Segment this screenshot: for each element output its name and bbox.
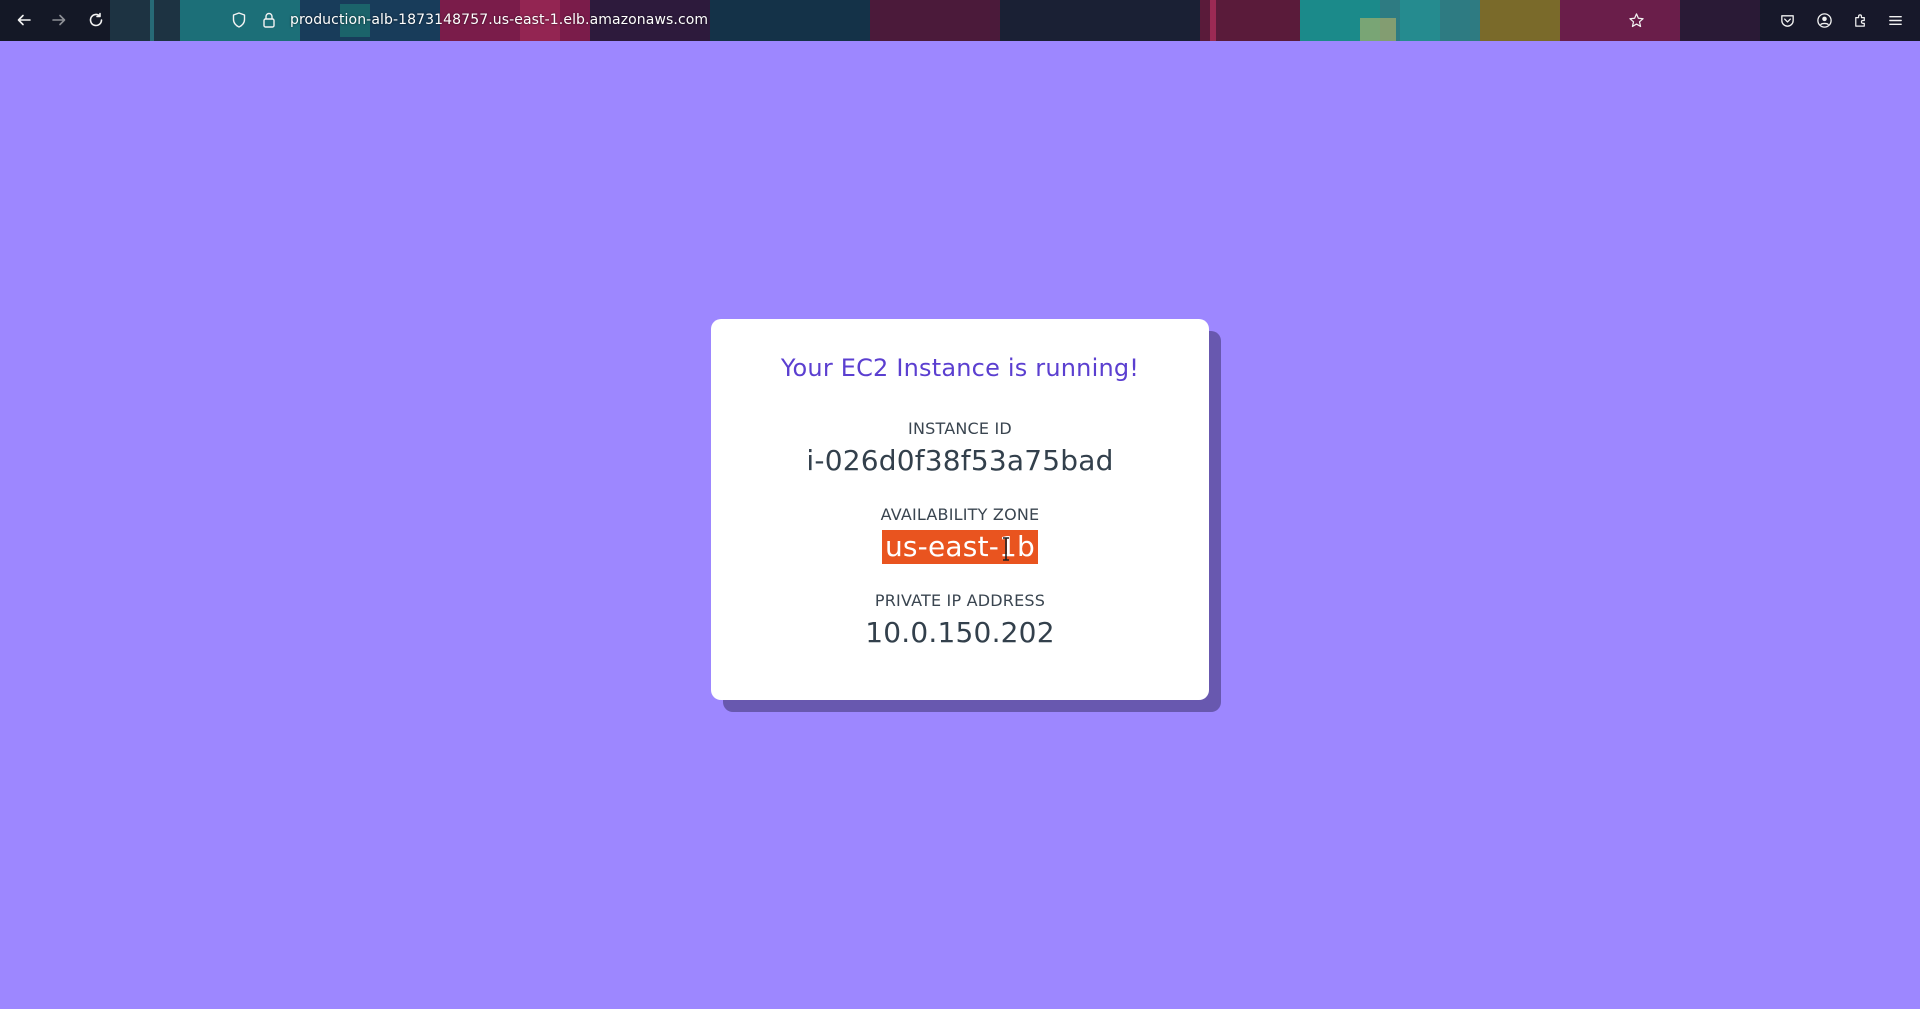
browser-toolbar: production-alb-1873148757.us-east-1.elb.… — [0, 0, 1920, 41]
address-bar[interactable]: production-alb-1873148757.us-east-1.elb.… — [230, 4, 708, 36]
hamburger-menu-icon — [1888, 15, 1902, 25]
reload-icon — [89, 12, 103, 27]
pocket-icon — [1780, 14, 1794, 27]
star-icon — [1628, 12, 1644, 27]
instance-info-card: Your EC2 Instance is running! INSTANCE I… — [711, 319, 1209, 700]
forward-arrow-icon — [52, 14, 66, 26]
private-ip-label: PRIVATE IP ADDRESS — [874, 591, 1046, 610]
forward-button[interactable] — [44, 6, 74, 34]
back-button[interactable] — [9, 6, 39, 34]
lock-icon[interactable] — [260, 11, 278, 29]
account-button[interactable] — [1812, 8, 1836, 32]
instance-id-value[interactable]: i-026d0f38f53a75bad — [806, 444, 1113, 478]
back-arrow-icon — [17, 14, 31, 26]
private-ip-value[interactable]: 10.0.150.202 — [865, 616, 1054, 650]
availability-zone-value[interactable]: us-east-1b — [881, 530, 1039, 564]
availability-zone-label: AVAILABILITY ZONE — [880, 505, 1040, 524]
instance-id-label: INSTANCE ID — [908, 419, 1012, 438]
private-ip-field: PRIVATE IP ADDRESS 10.0.150.202 — [711, 591, 1209, 650]
extensions-button[interactable] — [1848, 8, 1872, 32]
pocket-button[interactable] — [1775, 8, 1799, 32]
instance-id-field: INSTANCE ID i-026d0f38f53a75bad — [711, 419, 1209, 478]
page-title: Your EC2 Instance is running! — [780, 354, 1140, 382]
availability-zone-field: AVAILABILITY ZONE us-east-1b — [711, 505, 1209, 564]
puzzle-icon — [1854, 13, 1865, 27]
shield-icon[interactable] — [230, 11, 248, 29]
url-text[interactable]: production-alb-1873148757.us-east-1.elb.… — [290, 12, 708, 28]
bookmark-button[interactable] — [1624, 8, 1648, 32]
reload-button[interactable] — [81, 6, 111, 34]
account-icon — [1816, 12, 1832, 28]
menu-button[interactable] — [1883, 8, 1907, 32]
